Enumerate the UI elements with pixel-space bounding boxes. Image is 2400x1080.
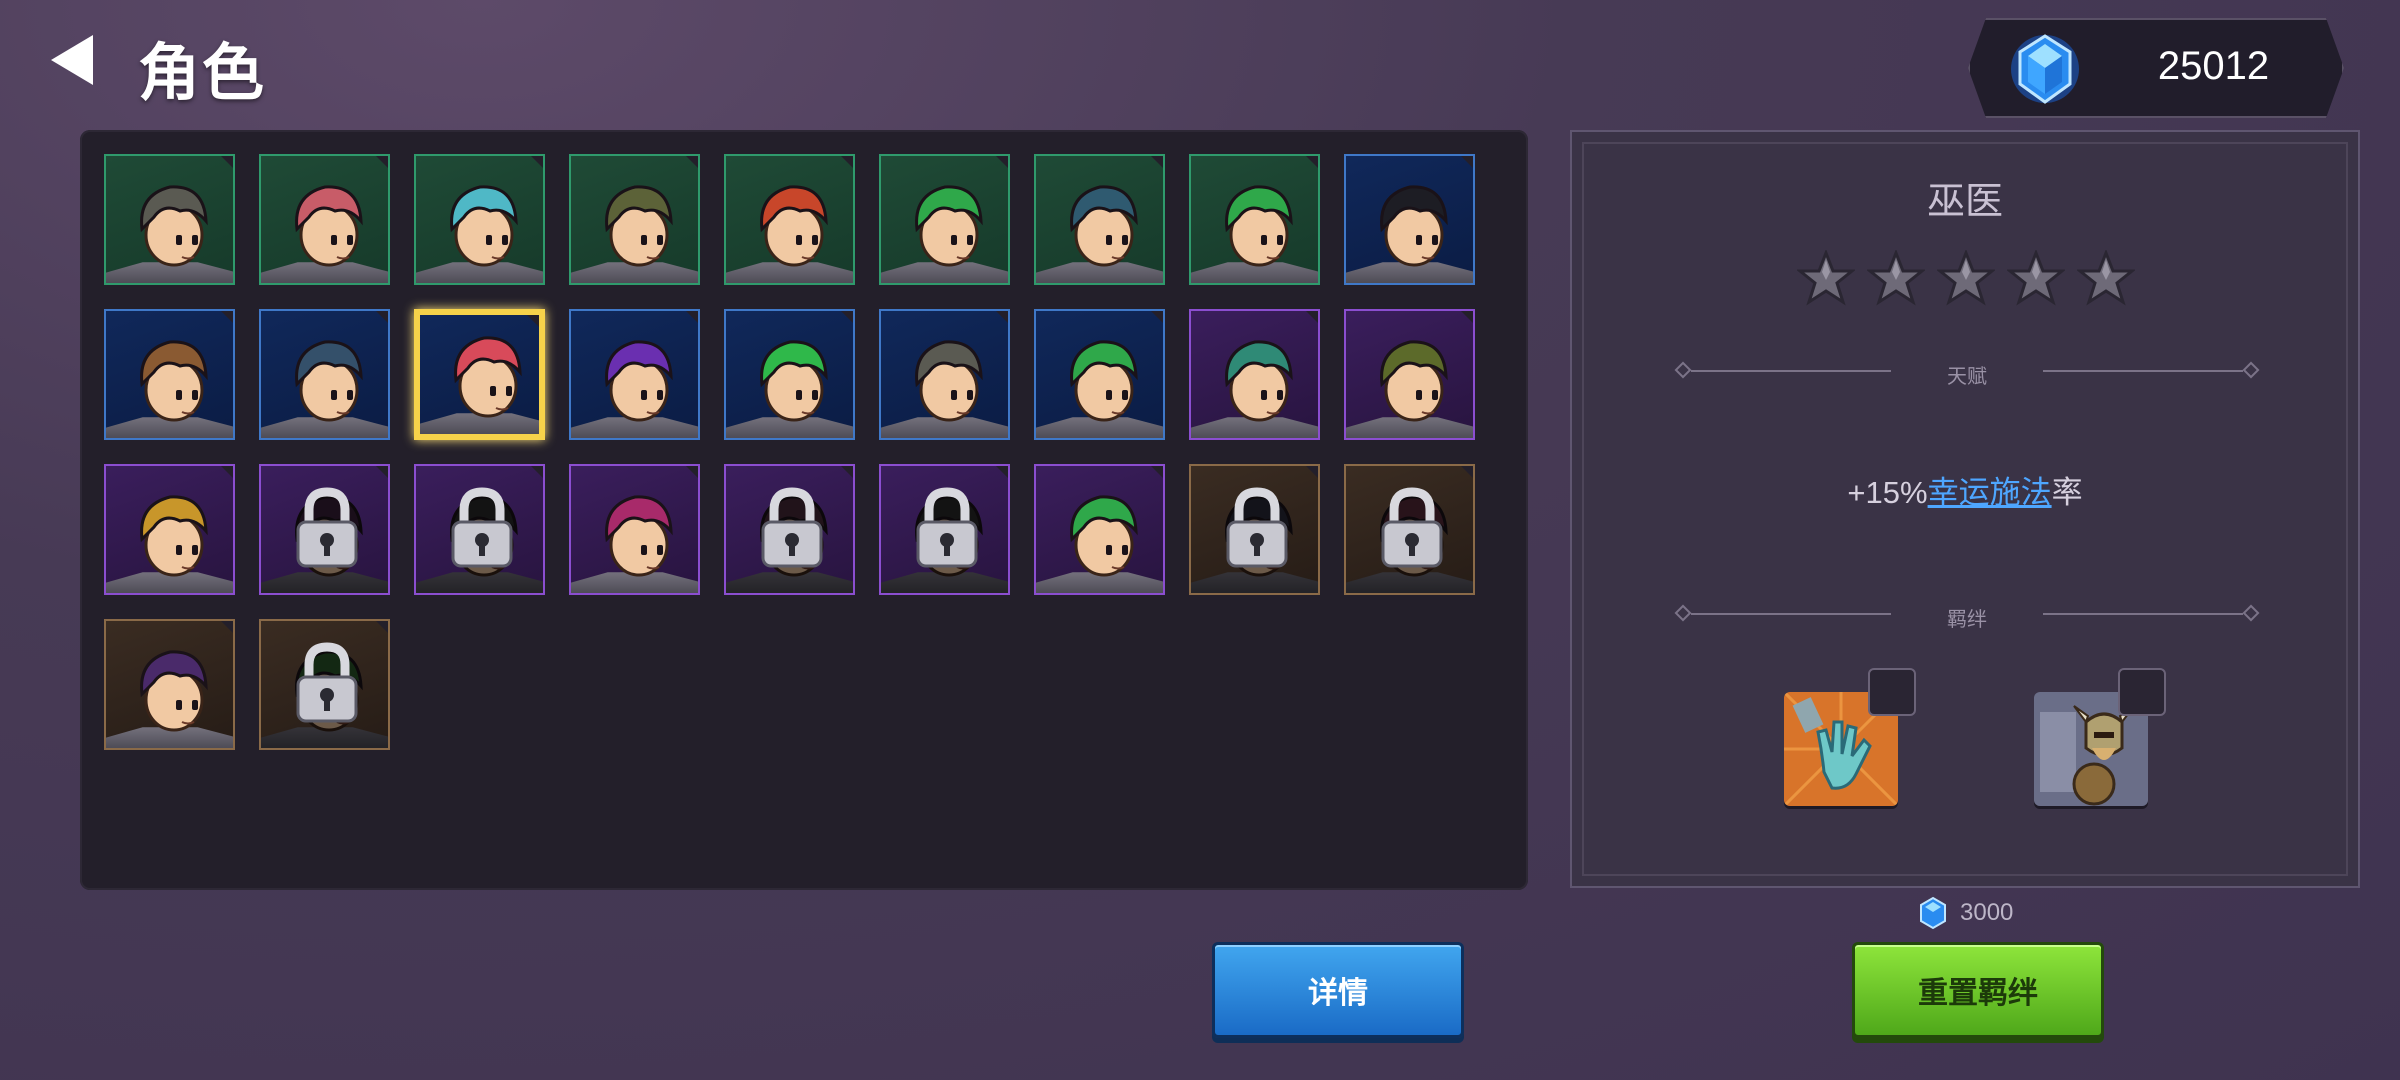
star-rating [1797, 250, 2135, 308]
hero-portrait-icon [605, 340, 673, 422]
reset-cost-value: 3000 [1960, 899, 2014, 926]
hero-card[interactable] [1189, 154, 1320, 285]
hero-portrait-icon [1070, 495, 1138, 577]
lock-icon [451, 487, 513, 568]
hero-portrait-icon [295, 340, 363, 422]
star-empty-icon [1797, 250, 1855, 306]
hero-portrait-icon [760, 185, 828, 267]
talent-keyword-link[interactable]: 幸运施法 [1928, 475, 2052, 510]
hero-portrait-icon [450, 185, 518, 267]
hero-card[interactable] [1034, 154, 1165, 285]
hero-portrait-icon [1225, 185, 1293, 267]
hero-card[interactable] [104, 309, 235, 440]
hero-card[interactable] [1034, 464, 1165, 595]
gem-currency-display: 25012 [1968, 18, 2344, 118]
hero-detail-panel: 巫医 天赋 +15%幸运施法率 羁绊 [1570, 130, 2360, 888]
hero-portrait-icon [295, 185, 363, 267]
hero-card[interactable] [724, 309, 855, 440]
talent-divider: 天赋 [1674, 356, 2260, 388]
hero-card[interactable] [259, 619, 390, 750]
hero-card[interactable] [414, 464, 545, 595]
lock-icon [296, 487, 358, 568]
hero-card[interactable] [1344, 154, 1475, 285]
hero-portrait-icon [140, 495, 208, 577]
hero-card[interactable] [104, 619, 235, 750]
hero-card[interactable] [259, 154, 390, 285]
hero-portrait-icon [1070, 340, 1138, 422]
bond-slot-2 [2118, 668, 2166, 716]
talent-suffix: 率 [2051, 475, 2083, 510]
hero-card[interactable] [569, 309, 700, 440]
lock-icon [1226, 487, 1288, 568]
hero-card[interactable] [569, 154, 700, 285]
hero-card[interactable] [1189, 309, 1320, 440]
hero-portrait-icon [605, 495, 673, 577]
back-button[interactable] [42, 30, 102, 90]
hero-card[interactable] [1189, 464, 1320, 595]
hero-portrait-icon [140, 340, 208, 422]
page-title: 角色 [138, 39, 267, 108]
back-arrow-icon [51, 35, 93, 85]
hero-card[interactable] [414, 309, 545, 440]
bond-item-1[interactable] [1784, 668, 1916, 806]
reset-bond-button[interactable]: 重置羁绊 [1852, 942, 2104, 1038]
star-empty-icon [2077, 250, 2135, 306]
lock-icon [761, 487, 823, 568]
hero-card[interactable] [104, 154, 235, 285]
hero-card[interactable] [1034, 309, 1165, 440]
hero-portrait-icon [140, 650, 208, 732]
hero-card[interactable] [879, 309, 1010, 440]
hero-portrait-icon [605, 185, 673, 267]
star-empty-icon [2007, 250, 2065, 306]
gem-icon [2010, 30, 2080, 108]
hero-portrait-icon [915, 185, 983, 267]
hero-card[interactable] [879, 154, 1010, 285]
bond-item-2[interactable] [2034, 668, 2166, 806]
hero-card[interactable] [724, 154, 855, 285]
lock-icon [296, 642, 358, 723]
talent-value: +15% [1847, 475, 1928, 510]
hero-portrait-icon [1380, 185, 1448, 267]
details-button[interactable]: 详情 [1212, 942, 1464, 1038]
hero-card[interactable] [414, 154, 545, 285]
hero-portrait-icon [140, 185, 208, 267]
hero-name: 巫医 [1926, 181, 2003, 223]
gem-count: 25012 [2157, 44, 2270, 88]
lock-icon [1381, 487, 1443, 568]
hero-portrait-icon [760, 340, 828, 422]
gem-icon [1920, 896, 1946, 930]
star-empty-icon [1937, 250, 1995, 306]
hero-card[interactable] [259, 464, 390, 595]
bond-divider: 羁绊 [1674, 599, 2260, 631]
talent-description: +15%幸运施法率 [1572, 467, 2358, 512]
hero-portrait-icon [1070, 185, 1138, 267]
hero-card[interactable] [1344, 309, 1475, 440]
hero-grid-panel [80, 130, 1528, 890]
hero-portrait-icon [915, 340, 983, 422]
hero-card[interactable] [569, 464, 700, 595]
talent-label: 天赋 [1947, 366, 1987, 388]
hero-portrait-icon [1380, 340, 1448, 422]
hero-card[interactable] [104, 464, 235, 595]
bond-label: 羁绊 [1947, 609, 1987, 631]
hero-card[interactable] [879, 464, 1010, 595]
hero-grid [104, 154, 1475, 750]
hero-portrait-icon [454, 336, 522, 418]
hero-card[interactable] [259, 309, 390, 440]
hero-card[interactable] [724, 464, 855, 595]
reset-cost: 3000 [1918, 896, 2013, 930]
hero-card[interactable] [1344, 464, 1475, 595]
star-empty-icon [1867, 250, 1925, 306]
lock-icon [916, 487, 978, 568]
bond-slot-1 [1868, 668, 1916, 716]
hero-portrait-icon [1225, 340, 1293, 422]
